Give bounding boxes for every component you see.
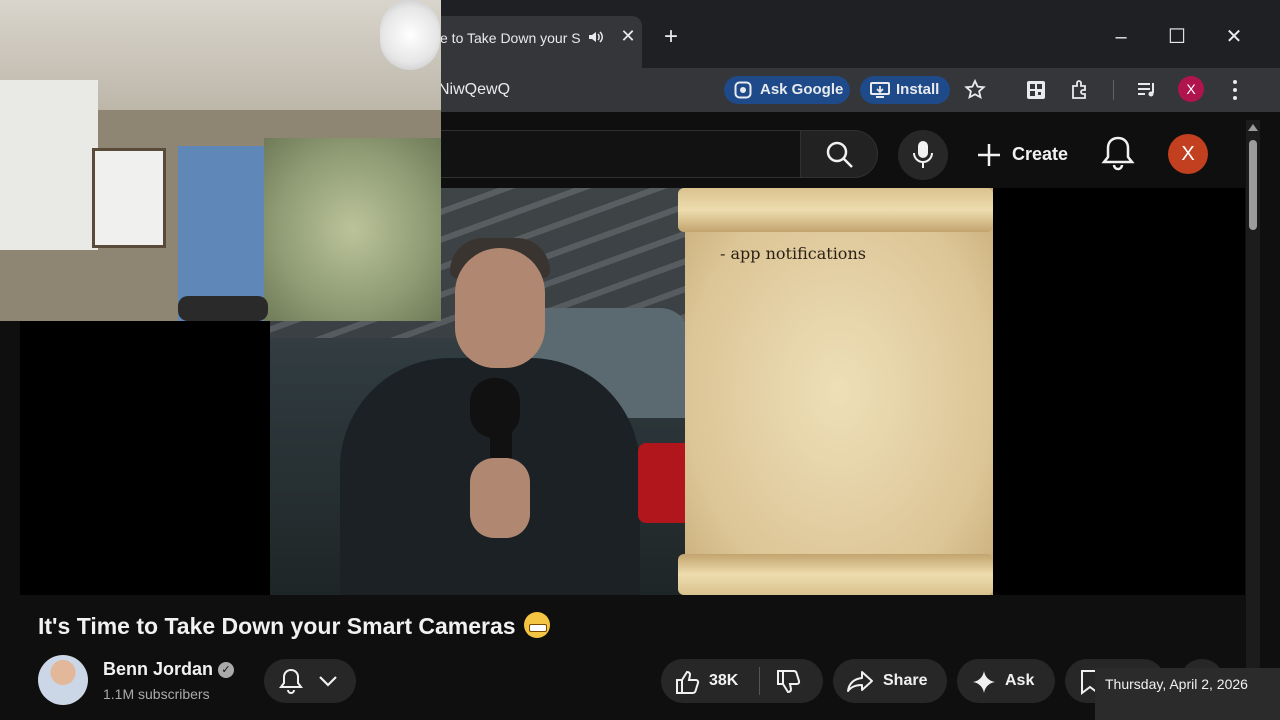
video-presenter-hand <box>470 458 530 538</box>
voice-search-button[interactable] <box>898 130 948 180</box>
extensions-puzzle-icon[interactable] <box>1069 78 1093 102</box>
notifications-bell-icon[interactable] <box>1098 132 1138 176</box>
system-date: Thursday, April 2, 2026 <box>1105 676 1248 692</box>
toolbar-divider <box>1113 80 1114 100</box>
speaker-icon[interactable] <box>587 28 605 46</box>
video-title: It's Time to Take Down your Smart Camera… <box>38 612 550 640</box>
system-clock-tooltip: Thursday, April 2, 2026 <box>1095 668 1280 720</box>
bookmark-star-icon[interactable] <box>963 78 987 102</box>
ask-button[interactable]: Ask <box>957 659 1055 703</box>
ask-google-label: Ask Google <box>760 81 844 98</box>
thumbs-up-icon <box>676 670 700 694</box>
search-icon <box>826 141 853 168</box>
close-tab-icon[interactable]: ✕ <box>616 24 640 48</box>
minimize-button[interactable]: – <box>1106 22 1136 52</box>
profile-avatar[interactable]: X <box>1178 76 1204 102</box>
account-avatar[interactable]: X <box>1168 134 1208 174</box>
microphone-icon <box>913 141 933 168</box>
lens-icon <box>734 81 752 99</box>
webcam-doorway <box>178 146 264 321</box>
media-controls-icon[interactable] <box>1135 78 1159 102</box>
video-scroll-roll-bottom <box>678 554 993 595</box>
share-arrow-icon <box>847 671 873 692</box>
like-count: 38K <box>709 672 739 689</box>
qr-code-icon[interactable] <box>1024 78 1048 102</box>
more-menu-icon[interactable] <box>1225 76 1245 104</box>
new-tab-button[interactable]: + <box>656 22 686 52</box>
like-dislike-group: 38K <box>661 659 823 703</box>
subscriber-count: 1.1M subscribers <box>103 686 210 702</box>
search-input[interactable] <box>430 130 800 178</box>
video-mic-head <box>470 378 520 438</box>
create-button[interactable]: Create <box>970 130 1080 178</box>
share-button[interactable]: Share <box>833 659 947 703</box>
install-icon <box>870 82 890 98</box>
webcam-world-map <box>264 138 441 321</box>
grimacing-face-emoji-icon <box>523 612 550 638</box>
scroll-up-arrow-icon[interactable] <box>1248 124 1258 131</box>
page-scrollbar[interactable] <box>1246 120 1260 720</box>
thumbs-down-icon <box>777 670 801 694</box>
dislike-button[interactable] <box>761 659 823 703</box>
channel-name[interactable]: Benn Jordan <box>103 659 213 680</box>
bell-icon <box>279 668 303 694</box>
chevron-down-icon <box>319 676 337 687</box>
maximize-button[interactable]: ☐ <box>1162 22 1192 52</box>
webcam-overlay <box>0 0 441 321</box>
close-window-button[interactable]: ✕ <box>1219 22 1249 52</box>
like-button[interactable]: 38K <box>661 659 759 703</box>
verified-badge-icon: ✓ <box>218 662 234 678</box>
subscription-notifications-button[interactable] <box>264 659 356 703</box>
install-label: Install <box>896 81 940 98</box>
video-title-text: It's Time to Take Down your Smart Camera… <box>38 613 516 639</box>
tab-title: e to Take Down your Sm <box>440 30 580 46</box>
webcam-wall-calendar <box>0 80 98 250</box>
webcam-whiteboard <box>92 148 166 248</box>
share-label: Share <box>883 672 928 689</box>
scrollbar-thumb[interactable] <box>1249 140 1257 230</box>
install-button[interactable]: Install <box>860 76 950 104</box>
screen: e to Take Down your Sm ✕ + – ☐ ✕ NiwQewQ… <box>0 0 1280 720</box>
like-divider <box>759 667 760 695</box>
webcam-ceiling-light <box>380 0 440 70</box>
create-label: Create <box>1012 144 1069 164</box>
video-scroll-text: - app notifications <box>720 244 866 263</box>
address-bar[interactable]: NiwQewQ <box>438 81 510 99</box>
channel-avatar[interactable] <box>38 655 88 705</box>
ask-label: Ask <box>1005 672 1035 689</box>
plus-icon <box>978 144 1000 166</box>
video-scroll-roll-top <box>678 188 993 232</box>
search-button[interactable] <box>800 130 878 178</box>
sparkle-icon <box>973 671 995 693</box>
webcam-chair <box>178 296 268 321</box>
ask-google-button[interactable]: Ask Google <box>724 76 850 104</box>
video-presenter-head <box>455 248 545 368</box>
